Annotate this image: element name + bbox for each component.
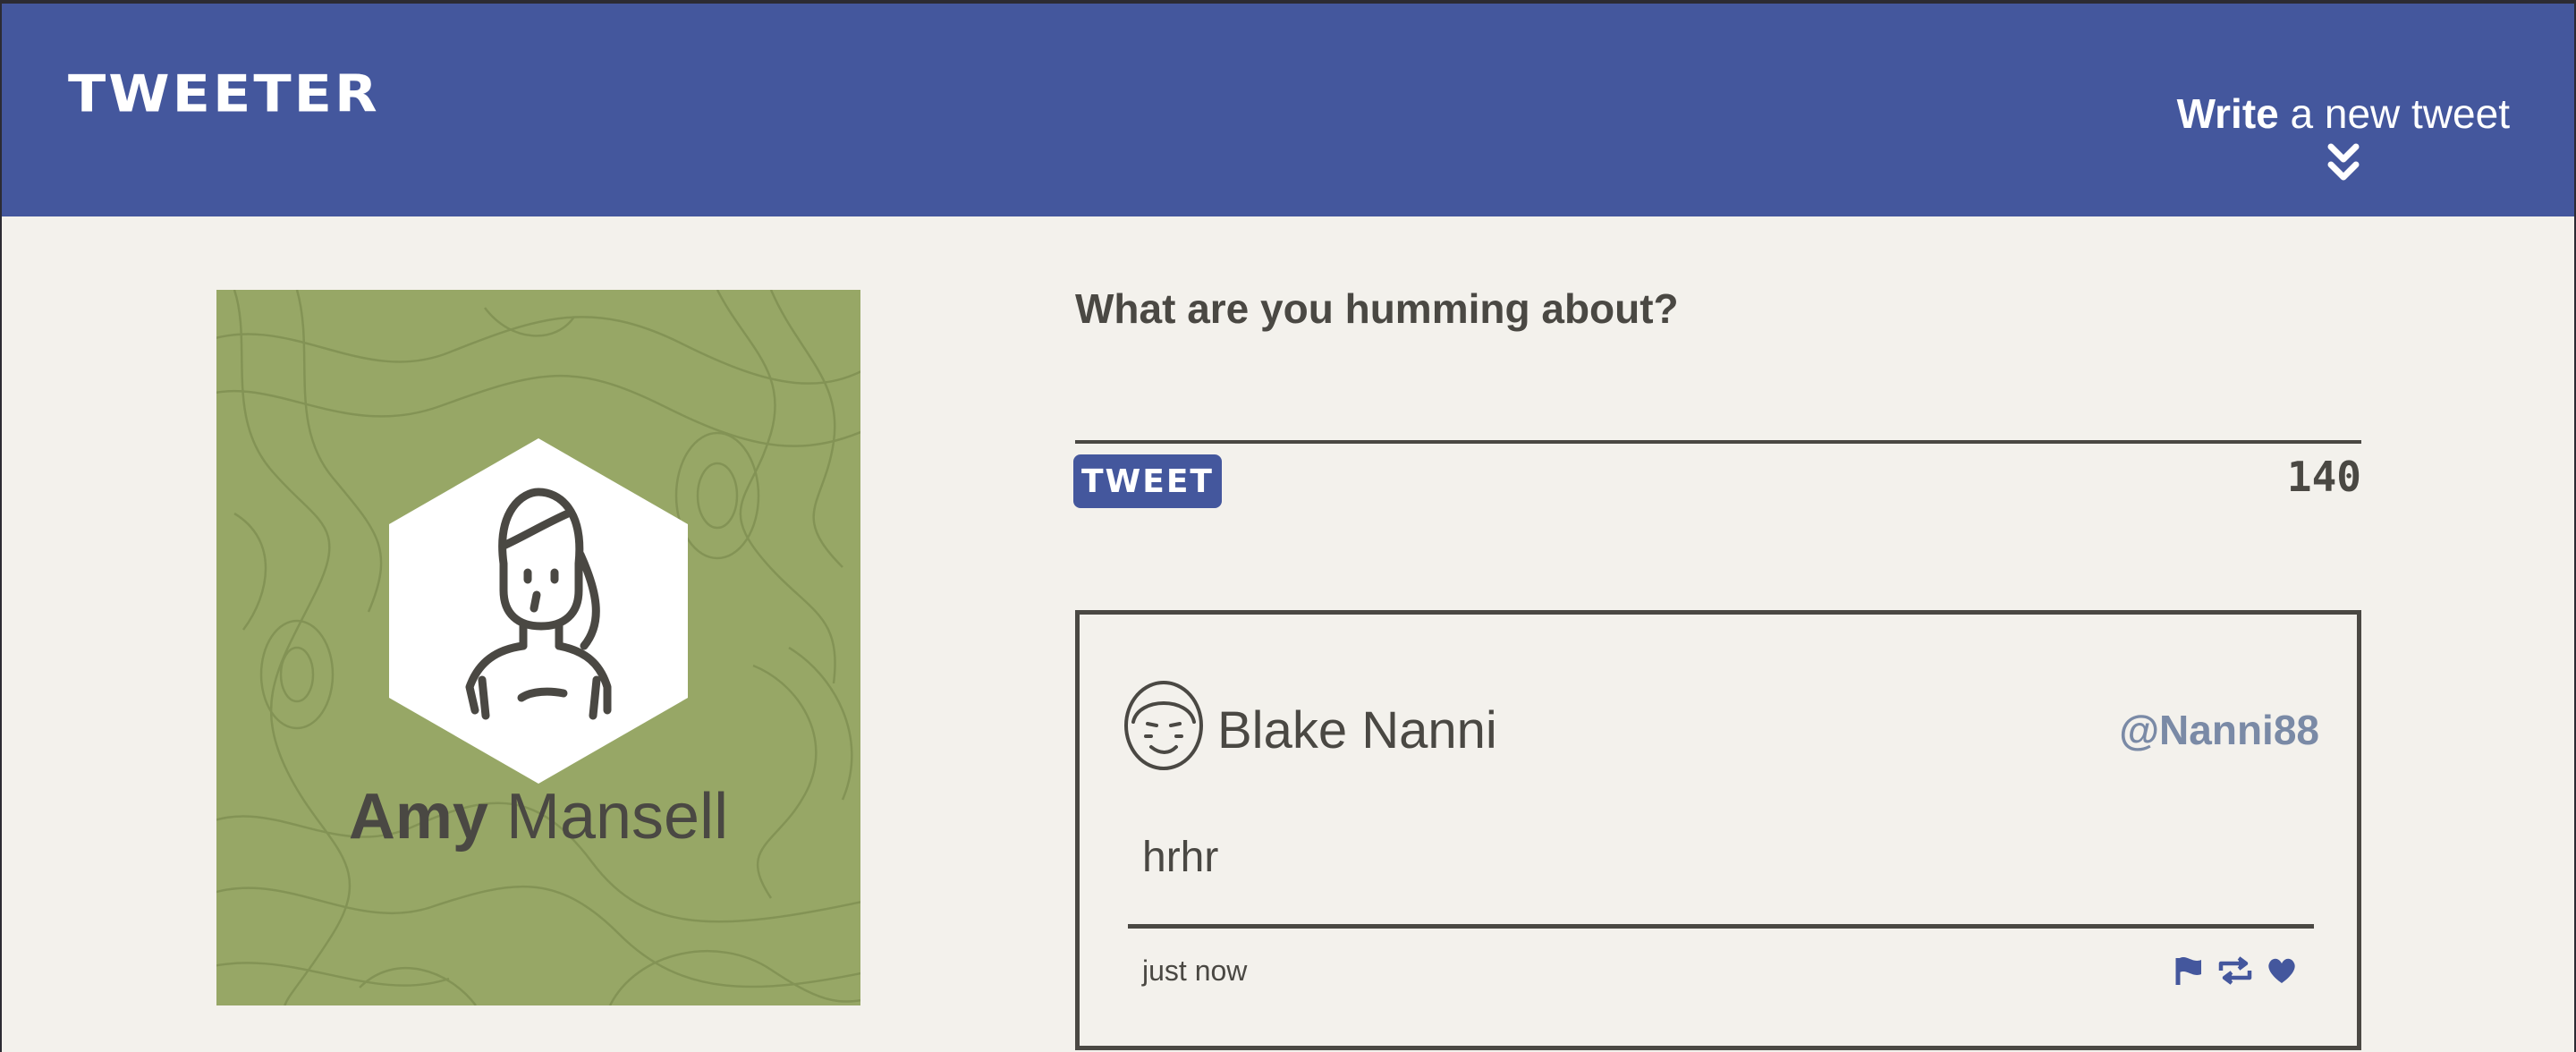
flag-icon[interactable] xyxy=(2173,954,2205,987)
double-chevron-down-icon xyxy=(2327,143,2360,181)
profile-first-name: Amy xyxy=(348,781,488,853)
tweet-content: hrhr xyxy=(1142,834,1219,881)
tweet-author: Blake Nanni xyxy=(1217,701,1497,759)
compose-toggle-rest: a new tweet xyxy=(2278,90,2511,137)
tweet-button[interactable]: TWEET xyxy=(1073,454,1222,508)
heart-icon[interactable] xyxy=(2266,954,2298,987)
compose-toggle-button[interactable]: Write a new tweet xyxy=(2177,89,2510,182)
nav-bar: TWEETER Write a new tweet xyxy=(0,4,2576,216)
character-counter: 140 xyxy=(2286,453,2361,501)
user-avatar-icon xyxy=(1124,681,1203,770)
profile-name: Amy Mansell xyxy=(216,780,860,853)
profile-last-name: Mansell xyxy=(505,781,729,853)
compose-toggle-bold: Write xyxy=(2176,90,2279,137)
profile-card: Amy Mansell xyxy=(216,290,860,1005)
tweet-handle: @Nanni88 xyxy=(2119,707,2319,753)
tweet-card: Blake Nanni @Nanni88 hrhr just now xyxy=(1075,610,2361,1050)
compose-underline xyxy=(1075,440,2361,444)
tweet-actions xyxy=(2173,954,2298,987)
tweet-timestamp: just now xyxy=(1142,954,1248,987)
tweet-divider xyxy=(1128,924,2314,929)
left-border xyxy=(0,216,2,1052)
brand-logo: TWEETER xyxy=(68,63,380,124)
retweet-icon[interactable] xyxy=(2216,954,2255,987)
profile-avatar xyxy=(389,438,688,784)
compose-textarea[interactable]: What are you humming about? xyxy=(1075,284,1679,333)
